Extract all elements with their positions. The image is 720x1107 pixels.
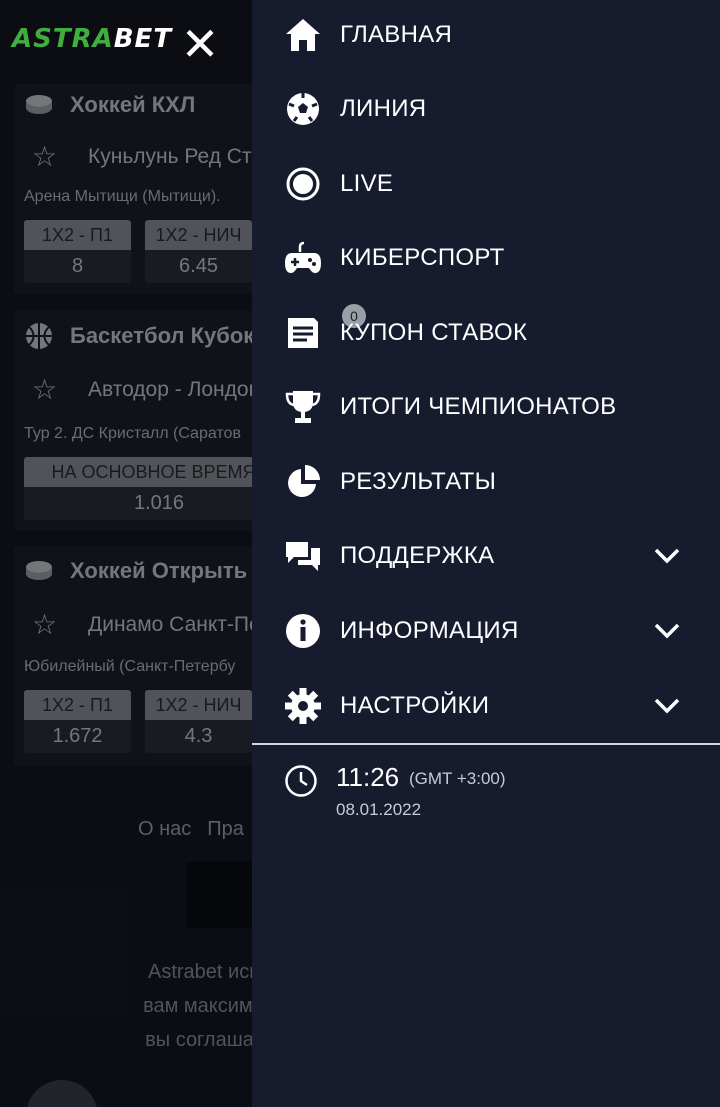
- menu-item-settings[interactable]: НАСТРОЙКИ: [252, 676, 720, 736]
- chat-icon: [284, 537, 322, 575]
- menu-item-label: КИБЕРСПОРТ: [340, 244, 505, 271]
- menu-divider: [252, 743, 720, 745]
- gamepad-icon: [284, 239, 322, 277]
- menu-item-information[interactable]: ИНФОРМАЦИЯ: [252, 601, 720, 661]
- menu-item-label: ПОДДЕРЖКА: [340, 542, 495, 569]
- trophy-icon: [284, 388, 322, 426]
- pie-chart-icon: [284, 463, 322, 501]
- menu-item-line[interactable]: ЛИНИЯ: [252, 79, 720, 139]
- menu-backdrop[interactable]: [0, 84, 252, 1107]
- menu-item-results[interactable]: РЕЗУЛЬТАТЫ: [252, 452, 720, 512]
- logo-text-astra: ASTRA: [12, 24, 114, 54]
- chevron-down-icon[interactable]: [650, 689, 684, 723]
- clock-icon: [285, 765, 317, 797]
- astrabet-logo[interactable]: ASTRABET: [12, 24, 172, 54]
- menu-item-label: ИНФОРМАЦИЯ: [340, 617, 519, 644]
- menu-item-championship-results[interactable]: ИТОГИ ЧЕМПИОНАТОВ: [252, 377, 720, 437]
- menu-item-esports[interactable]: КИБЕРСПОРТ: [252, 228, 720, 288]
- menu-item-coupon[interactable]: 0 КУПОН СТАВОК: [252, 303, 720, 363]
- close-menu-button[interactable]: ✕: [180, 21, 220, 67]
- gear-icon: [284, 687, 322, 725]
- current-date: 08.01.2022: [336, 800, 422, 819]
- current-time: 11:26: [336, 762, 400, 792]
- timezone-label: (GMT +3:00): [409, 769, 506, 788]
- menu-item-home[interactable]: ГЛАВНАЯ: [252, 5, 720, 65]
- home-icon: [284, 16, 322, 54]
- menu-item-label: ИТОГИ ЧЕМПИОНАТОВ: [340, 393, 617, 420]
- menu-item-label: НАСТРОЙКИ: [340, 692, 490, 719]
- soccer-ball-icon: [284, 90, 322, 128]
- menu-item-label: РЕЗУЛЬТАТЫ: [340, 468, 497, 495]
- chevron-down-icon[interactable]: [650, 539, 684, 573]
- chevron-down-icon[interactable]: [650, 614, 684, 648]
- menu-item-label: ГЛАВНАЯ: [340, 21, 453, 48]
- side-menu: ГЛАВНАЯ ЛИНИЯ LIVE КИБЕРСПОРТ 0 КУПОН СТ…: [252, 0, 720, 1107]
- menu-item-live[interactable]: LIVE: [252, 154, 720, 214]
- close-icon: ✕: [180, 17, 220, 71]
- menu-item-label: КУПОН СТАВОК: [340, 319, 528, 346]
- menu-item-label: LIVE: [340, 170, 394, 197]
- coupon-icon: 0: [284, 304, 366, 352]
- logo-text-bet: BET: [113, 24, 173, 54]
- info-icon: [284, 612, 322, 650]
- menu-item-label: ЛИНИЯ: [340, 95, 427, 122]
- live-dot-icon: [284, 165, 322, 203]
- menu-item-support[interactable]: ПОДДЕРЖКА: [252, 526, 720, 586]
